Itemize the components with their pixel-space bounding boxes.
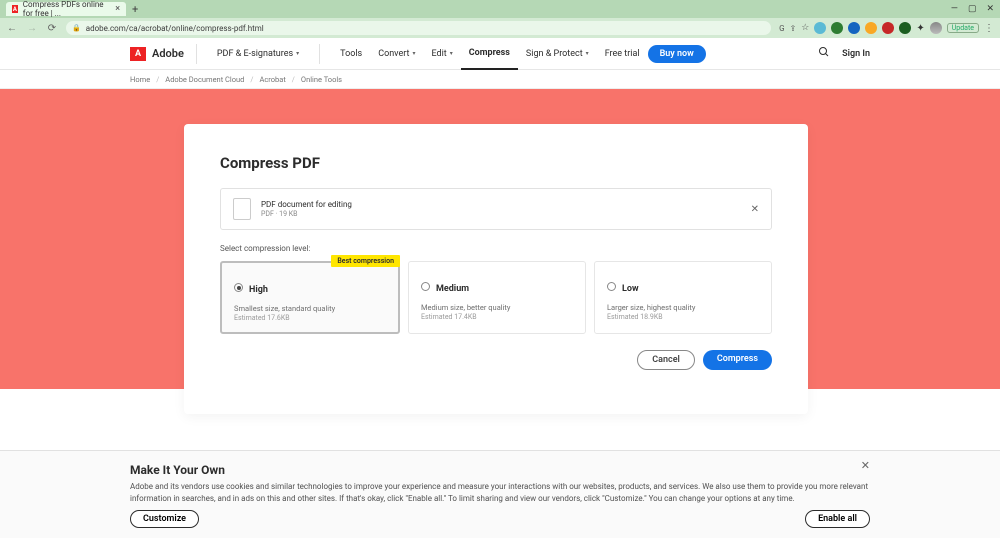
ext5-icon[interactable] — [882, 22, 894, 34]
browser-titlebar: A Compress PDFs online for free | ... × … — [0, 0, 1000, 18]
cookie-consent-bar: ✕ Make It Your Own Adobe and its vendors… — [0, 450, 1000, 538]
cookie-enable-all-button[interactable]: Enable all — [805, 510, 870, 528]
share-icon[interactable]: ⇪ — [790, 24, 797, 33]
cookie-close-icon[interactable]: ✕ — [861, 459, 870, 472]
browser-address-bar: ← → ⟳ 🔒 adobe.com/ca/acrobat/online/comp… — [0, 18, 1000, 38]
compress-card: Compress PDF PDF document for editing PD… — [184, 124, 808, 414]
adobe-logo-icon: A — [130, 47, 146, 61]
best-compression-badge: Best compression — [331, 255, 400, 267]
url-field[interactable]: 🔒 adobe.com/ca/acrobat/online/compress-p… — [66, 21, 771, 35]
option-high-sub: Smallest size, standard quality — [234, 304, 386, 313]
crumb-home[interactable]: Home — [130, 75, 150, 84]
file-name: PDF document for editing — [261, 200, 352, 209]
compression-options: Best compression High Smallest size, sta… — [220, 261, 772, 334]
option-high-est: Estimated 17.6KB — [234, 314, 386, 322]
browser-tab[interactable]: A Compress PDFs online for free | ... × — [6, 2, 126, 16]
option-low[interactable]: Low Larger size, highest quality Estimat… — [594, 261, 772, 334]
action-row: Cancel Compress — [220, 350, 772, 370]
window-minimize-icon[interactable]: — — [951, 4, 958, 14]
ext4-icon[interactable] — [865, 22, 877, 34]
nav-reload-icon[interactable]: ⟳ — [46, 23, 58, 34]
option-low-est: Estimated 18.9KB — [607, 313, 759, 321]
file-size: PDF · 19 KB — [261, 210, 352, 218]
extension-icons: G ⇪ ☆ ✦ Update ⋮ — [779, 22, 994, 34]
crumb-adc[interactable]: Adobe Document Cloud — [165, 75, 244, 84]
window-maximize-icon[interactable]: ▢ — [968, 4, 977, 14]
search-icon[interactable] — [818, 46, 830, 61]
window-controls: — ▢ ✕ — [951, 4, 994, 14]
option-low-sub: Larger size, highest quality — [607, 303, 759, 312]
crumb-acrobat[interactable]: Acrobat — [259, 75, 285, 84]
menu-tools[interactable]: Tools — [332, 38, 370, 70]
header-divider — [196, 44, 197, 64]
option-medium-est: Estimated 17.4KB — [421, 313, 573, 321]
chevron-down-icon: ▾ — [296, 50, 299, 57]
chevron-down-icon: ▾ — [450, 50, 453, 57]
chevron-down-icon: ▾ — [412, 50, 415, 57]
menu-convert[interactable]: Convert▾ — [370, 38, 423, 70]
option-medium[interactable]: Medium Medium size, better quality Estim… — [408, 261, 586, 334]
remove-file-icon[interactable]: ✕ — [751, 204, 759, 215]
bookmark-star-icon[interactable]: ☆ — [801, 23, 809, 33]
cookie-customize-button[interactable]: Customize — [130, 510, 199, 528]
compress-button[interactable]: Compress — [703, 350, 772, 370]
ext3-icon[interactable] — [848, 22, 860, 34]
tab-title: Compress PDFs online for free | ... — [23, 0, 110, 18]
url-text: adobe.com/ca/acrobat/online/compress-pdf… — [86, 24, 264, 33]
file-icon — [233, 198, 251, 220]
sign-in-link[interactable]: Sign In — [842, 49, 870, 59]
menu-compress[interactable]: Compress — [461, 38, 518, 70]
compression-level-label: Select compression level: — [220, 244, 772, 253]
cookie-body: Adobe and its vendors use cookies and si… — [130, 481, 870, 505]
header-divider — [319, 44, 320, 64]
chevron-down-icon: ▾ — [586, 50, 589, 57]
site-header: A Adobe PDF & E-signatures▾ Tools Conver… — [0, 38, 1000, 70]
buy-now-button[interactable]: Buy now — [648, 45, 706, 63]
menu-sign-protect[interactable]: Sign & Protect▾ — [518, 38, 597, 70]
window-close-icon[interactable]: ✕ — [986, 4, 994, 14]
browser-menu-icon[interactable]: ⋮ — [984, 23, 994, 34]
option-high[interactable]: Best compression High Smallest size, sta… — [220, 261, 400, 334]
tab-close-icon[interactable]: × — [115, 4, 120, 14]
radio-low[interactable] — [607, 282, 616, 291]
new-tab-button[interactable]: + — [132, 3, 138, 16]
brand-name: Adobe — [152, 47, 184, 60]
breadcrumb: Home/ Adobe Document Cloud/ Acrobat/ Onl… — [0, 70, 1000, 89]
ext2-icon[interactable] — [831, 22, 843, 34]
adobe-logo[interactable]: A Adobe — [130, 47, 184, 61]
adobe-favicon: A — [12, 5, 18, 13]
nav-back-icon[interactable]: ← — [6, 23, 18, 34]
menu-pdf-esign[interactable]: PDF & E-signatures▾ — [209, 38, 307, 70]
page-title: Compress PDF — [220, 154, 772, 172]
lock-icon: 🔒 — [72, 24, 81, 32]
cancel-button[interactable]: Cancel — [637, 350, 695, 370]
radio-medium[interactable] — [421, 282, 430, 291]
ext6-icon[interactable] — [899, 22, 911, 34]
crumb-online-tools[interactable]: Online Tools — [301, 75, 342, 84]
option-medium-sub: Medium size, better quality — [421, 303, 573, 312]
browser-update-button[interactable]: Update — [947, 23, 979, 33]
uploaded-file-row: PDF document for editing PDF · 19 KB ✕ — [220, 188, 772, 230]
hero-area: Compress PDF PDF document for editing PD… — [0, 89, 1000, 450]
radio-high[interactable] — [234, 283, 243, 292]
nav-forward-icon[interactable]: → — [26, 23, 38, 34]
cookie-title: Make It Your Own — [130, 463, 870, 477]
profile-avatar-icon[interactable] — [930, 22, 942, 34]
extensions-puzzle-icon[interactable]: ✦ — [916, 23, 924, 34]
ext1-icon[interactable] — [814, 22, 826, 34]
gsuite-icon[interactable]: G — [779, 24, 784, 33]
menu-free-trial[interactable]: Free trial — [597, 38, 648, 70]
menu-edit[interactable]: Edit▾ — [423, 38, 460, 70]
